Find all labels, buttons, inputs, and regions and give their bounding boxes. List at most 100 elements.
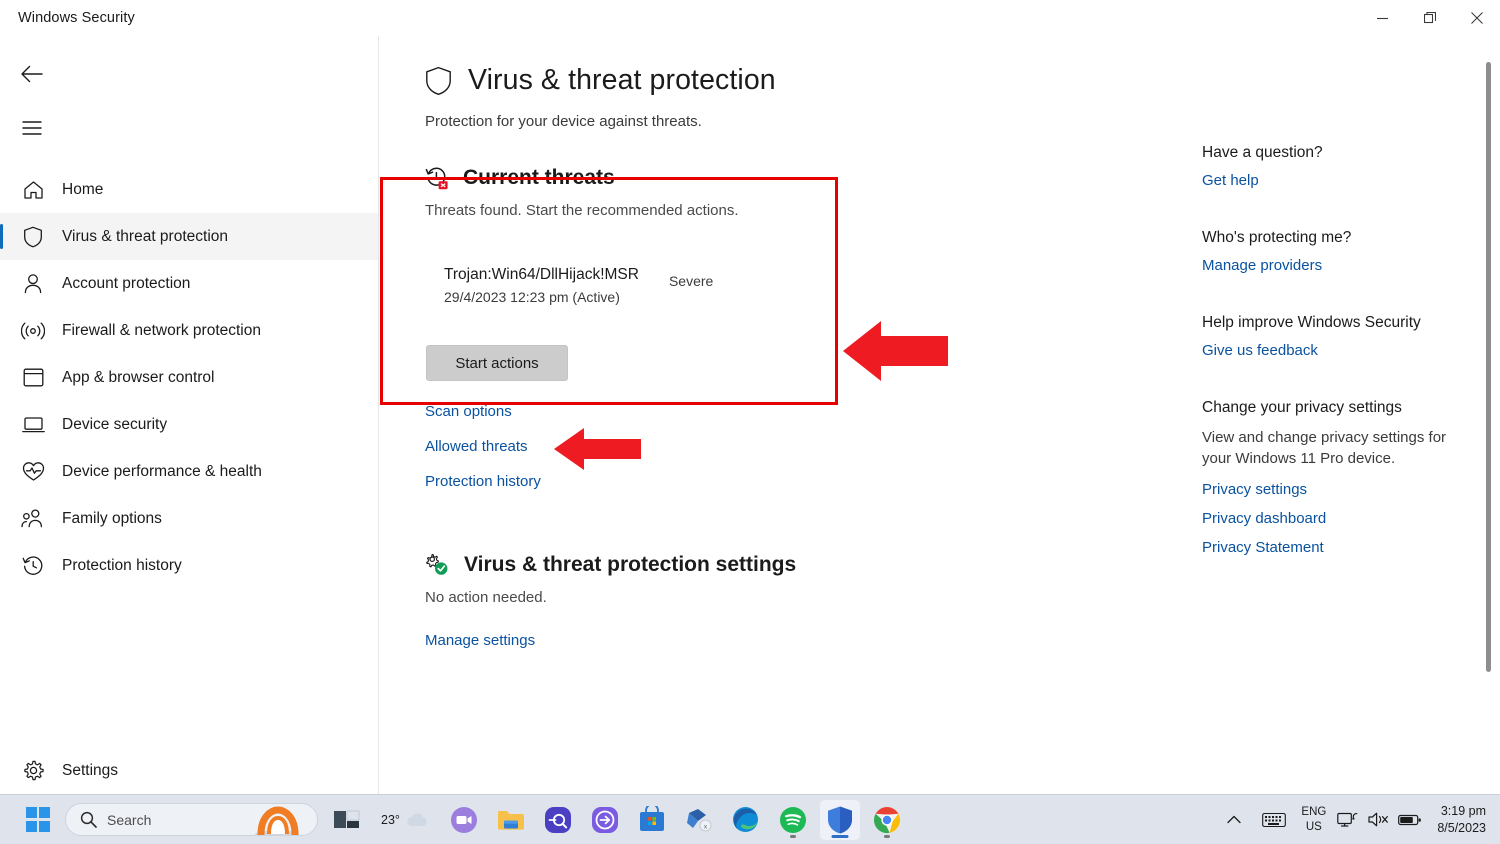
threat-date: 29/4/2023 12:23 pm (Active) xyxy=(444,289,620,306)
taskbar-system-tray: ENG US 3:19 pm 8/5/2023 xyxy=(1221,803,1500,836)
volume-muted-icon[interactable] xyxy=(1367,811,1389,828)
sidebar-item-settings[interactable]: Settings xyxy=(0,747,379,794)
sidebar-settings-container: Settings xyxy=(0,747,379,794)
window-controls xyxy=(1359,0,1500,36)
laptop-icon xyxy=(18,410,48,440)
sidebar-item-protection-history[interactable]: Protection history xyxy=(0,542,378,589)
google-chrome-icon[interactable] xyxy=(867,800,907,840)
privacy-settings-link[interactable]: Privacy settings xyxy=(1202,481,1500,498)
windows-security-app: Windows Security Home Virus & threat pro… xyxy=(0,0,1500,844)
get-help-link[interactable]: Get help xyxy=(1202,172,1500,189)
sidebar-item-virus-threat-protection[interactable]: Virus & threat protection xyxy=(0,213,378,260)
keyboard-layout-button[interactable] xyxy=(1258,808,1290,832)
sidebar-item-app-browser-control[interactable]: App & browser control xyxy=(0,354,378,401)
info-heading: Who's protecting me? xyxy=(1202,229,1352,246)
taskbar-apps: 23° x xyxy=(326,799,907,840)
current-threats-links: Scan options Allowed threats Protection … xyxy=(425,403,877,490)
arrow-app-icon[interactable] xyxy=(585,800,625,840)
search-placeholder: Search xyxy=(107,811,152,828)
app-running-dot xyxy=(883,834,890,838)
manage-settings-link[interactable]: Manage settings xyxy=(425,632,945,649)
show-hidden-icons-button[interactable] xyxy=(1221,809,1247,830)
title-bar: Windows Security xyxy=(0,0,1500,36)
allowed-threats-link[interactable]: Allowed threats xyxy=(425,438,877,455)
threat-list-item[interactable]: Trojan:Win64/DllHijack!MSR 29/4/2023 12:… xyxy=(425,263,877,308)
current-threats-subtitle: Threats found. Start the recommended act… xyxy=(425,202,739,219)
taskview-icon[interactable] xyxy=(326,800,366,840)
spotify-icon[interactable] xyxy=(773,800,813,840)
start-actions-button[interactable]: Start actions xyxy=(426,345,568,382)
clock-time: 3:19 pm xyxy=(1440,804,1486,819)
current-threats-header: Current threats xyxy=(425,166,877,190)
window-title: Windows Security xyxy=(18,10,135,26)
windows-security-icon[interactable] xyxy=(819,799,860,840)
language-indicator[interactable]: ENG US xyxy=(1301,805,1326,834)
hamburger-icon xyxy=(22,121,42,135)
taskbar-search-box[interactable]: Search xyxy=(65,803,318,836)
clock[interactable]: 3:19 pm 8/5/2023 xyxy=(1437,803,1486,836)
heart-pulse-icon xyxy=(18,457,48,487)
sidebar-item-label: Virus & threat protection xyxy=(62,227,228,245)
virus-threat-settings-section: Virus & threat protection settings No ac… xyxy=(425,553,945,649)
minimize-button[interactable] xyxy=(1359,0,1406,36)
start-button[interactable] xyxy=(18,800,58,840)
threat-info: Trojan:Win64/DllHijack!MSR 29/4/2023 12:… xyxy=(444,263,639,308)
sidebar-item-account-protection[interactable]: Account protection xyxy=(0,260,378,307)
info-heading: Help improve Windows Security xyxy=(1202,314,1421,331)
scan-options-link[interactable]: Scan options xyxy=(425,403,877,420)
restore-button[interactable] xyxy=(1406,0,1453,36)
settings-section-header: Virus & threat protection settings xyxy=(425,553,945,577)
network-icon[interactable] xyxy=(1337,811,1358,828)
close-button[interactable] xyxy=(1453,0,1500,36)
language-line1: ENG xyxy=(1301,806,1327,819)
sidebar-navigation: Home Virus & threat protection Account p… xyxy=(0,36,379,794)
back-arrow-icon xyxy=(21,65,43,83)
window-icon xyxy=(18,363,48,393)
chevron-up-icon xyxy=(1227,815,1242,824)
give-us-feedback-link[interactable]: Give us feedback xyxy=(1202,342,1500,359)
gear-icon xyxy=(18,756,48,786)
chat-icon[interactable] xyxy=(444,800,484,840)
sidebar-item-label: Device security xyxy=(62,415,168,433)
weather-temperature: 23° xyxy=(381,812,400,827)
weather-widget[interactable]: 23° xyxy=(373,800,437,840)
keyboard-icon xyxy=(1262,812,1287,827)
threat-severity: Severe xyxy=(668,273,714,289)
sidebar-item-label: Settings xyxy=(62,761,119,779)
file-explorer-icon[interactable] xyxy=(491,800,531,840)
window-body: Home Virus & threat protection Account p… xyxy=(0,36,1500,794)
sidebar-item-device-performance-health[interactable]: Device performance & health xyxy=(0,448,378,495)
sidebar-item-device-security[interactable]: Device security xyxy=(0,401,378,448)
sidebar-item-firewall-network-protection[interactable]: Firewall & network protection xyxy=(0,307,378,354)
windows-logo-icon xyxy=(25,807,51,832)
main-scrollbar[interactable] xyxy=(1486,44,1491,789)
privacy-dashboard-link[interactable]: Privacy dashboard xyxy=(1202,510,1500,527)
protection-history-link[interactable]: Protection history xyxy=(425,473,877,490)
home-icon xyxy=(18,175,48,205)
current-threats-title: Current threats xyxy=(463,166,615,189)
sidebar-item-family-options[interactable]: Family options xyxy=(0,495,378,542)
settings-section-title: Virus & threat protection settings xyxy=(464,553,797,577)
current-threats-section: Current threats Threats found. Start the… xyxy=(425,166,877,490)
search-app-icon[interactable] xyxy=(538,800,578,840)
sidebar-item-label: Account protection xyxy=(62,274,191,292)
close-icon xyxy=(1470,12,1483,24)
battery-icon[interactable] xyxy=(1398,813,1422,827)
settings-shield-icon xyxy=(425,553,450,577)
info-group-have-a-question: Have a question? Get help xyxy=(1202,144,1500,189)
microsoft-edge-icon[interactable] xyxy=(726,800,766,840)
microsoft-store-icon[interactable] xyxy=(632,800,672,840)
back-button[interactable] xyxy=(8,52,56,96)
manage-providers-link[interactable]: Manage providers xyxy=(1202,257,1500,274)
onedrive-icon[interactable]: x xyxy=(679,800,719,840)
sidebar-item-label: Family options xyxy=(62,509,162,527)
threat-name: Trojan:Win64/DllHijack!MSR xyxy=(444,266,639,283)
wireless-icon xyxy=(18,316,48,346)
tray-icons xyxy=(1337,811,1422,828)
sidebar-items: Home Virus & threat protection Account p… xyxy=(0,166,378,589)
info-heading: Change your privacy settings xyxy=(1202,399,1402,416)
sidebar-item-home[interactable]: Home xyxy=(0,166,378,213)
privacy-statement-link[interactable]: Privacy Statement xyxy=(1202,539,1500,556)
hamburger-menu-button[interactable] xyxy=(8,106,56,150)
scrollbar-thumb[interactable] xyxy=(1486,62,1491,672)
